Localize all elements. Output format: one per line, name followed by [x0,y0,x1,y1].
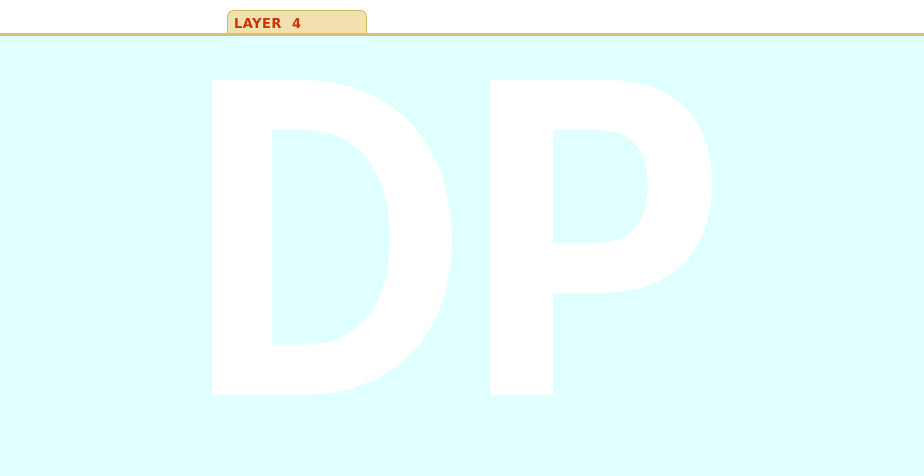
watermark-logo [212,80,712,395]
watermark-letter-d [212,80,452,395]
tab-layer-4[interactable]: LAYER 4 [227,10,367,35]
tab-label: LAYER 4 [234,17,302,32]
tab-bar: LAYER 4 [0,0,924,35]
canvas-area[interactable] [0,36,924,476]
app-window: LAYER 4 [0,0,924,476]
watermark-letter-p [490,80,712,395]
